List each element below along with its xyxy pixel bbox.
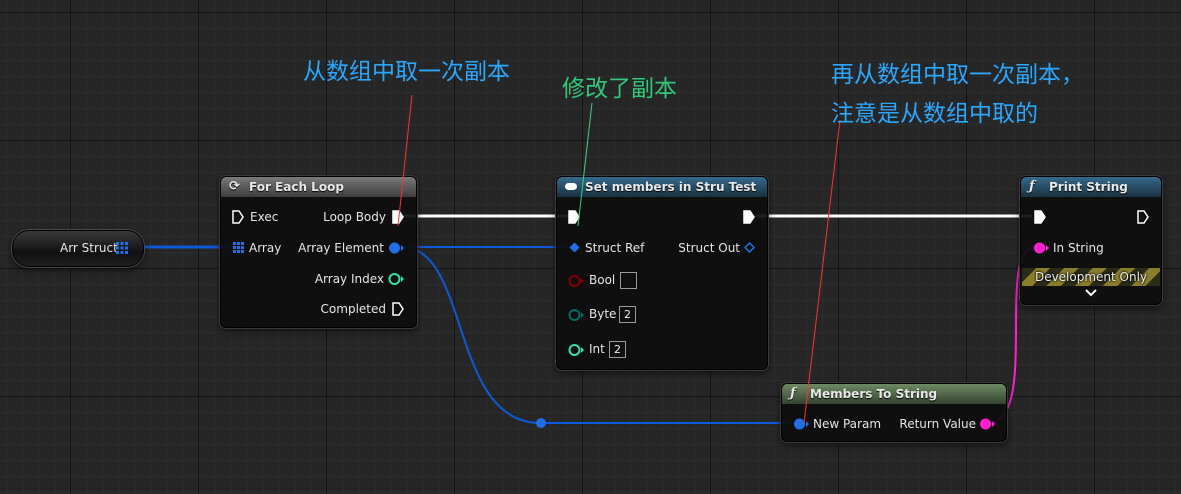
int-pin[interactable] xyxy=(568,343,584,357)
annotation-second-copy-line1: 再从数组中取一次副本， xyxy=(831,62,1084,88)
for-each-loop-node[interactable]: ⟳ For Each Loop Exec Loop Body Array Arr… xyxy=(220,176,417,328)
array-label: Array xyxy=(249,241,282,255)
exec-out-pin[interactable] xyxy=(743,210,755,224)
exec-in-pin[interactable] xyxy=(232,210,244,224)
members-to-string-node[interactable]: ƒ Members To String New Param Return Val… xyxy=(781,383,1007,442)
new-param-pin[interactable] xyxy=(793,417,809,431)
exec-out-pin[interactable] xyxy=(1137,210,1149,224)
node-header[interactable]: ƒ Members To String xyxy=(782,384,1006,404)
node-header[interactable]: Set members in Stru Test xyxy=(557,177,767,197)
node-title: Members To String xyxy=(810,387,938,401)
function-icon: ƒ xyxy=(790,386,796,401)
int-value-input[interactable]: 2 xyxy=(609,341,626,358)
struct-ref-pin[interactable] xyxy=(569,242,580,253)
exec-in-pin[interactable] xyxy=(568,210,580,224)
array-grid-icon[interactable] xyxy=(233,242,244,253)
node-title: Set members in Stru Test xyxy=(585,180,757,194)
print-string-node[interactable]: ƒ Print String In String Development Onl… xyxy=(1020,176,1162,305)
bool-label: Bool xyxy=(589,273,616,287)
new-param-label: New Param xyxy=(813,417,882,431)
node-header[interactable]: ⟳ For Each Loop xyxy=(221,177,416,197)
set-members-node[interactable]: Set members in Stru Test Struct Ref Stru… xyxy=(556,176,768,370)
node-title: For Each Loop xyxy=(249,180,344,194)
struct-pill-icon xyxy=(565,183,577,190)
in-string-pin[interactable] xyxy=(1033,241,1049,255)
annotation-modified-copy: 修改了副本 xyxy=(562,76,677,102)
in-string-label: In String xyxy=(1053,241,1104,255)
bool-pin[interactable] xyxy=(568,274,584,288)
byte-pin[interactable] xyxy=(568,308,584,322)
array-index-pin[interactable] xyxy=(388,272,404,286)
array-element-pin[interactable] xyxy=(388,241,404,255)
loop-body-label: Loop Body xyxy=(323,210,386,224)
loop-icon: ⟳ xyxy=(229,179,240,194)
array-index-label: Array Index xyxy=(314,272,384,286)
loop-body-pin[interactable] xyxy=(392,210,404,224)
bool-checkbox[interactable] xyxy=(620,272,637,289)
node-title: Print String xyxy=(1049,180,1128,194)
byte-label: Byte xyxy=(589,307,617,321)
annotation-second-copy-line2: 注意是从数组中取的 xyxy=(831,101,1038,127)
struct-ref-label: Struct Ref xyxy=(585,241,645,255)
return-value-pin[interactable] xyxy=(979,417,995,431)
annotation-first-copy: 从数组中取一次副本 xyxy=(303,59,510,85)
arr-struct-variable-node[interactable]: Arr Struct xyxy=(12,230,144,267)
exec-label: Exec xyxy=(250,210,279,224)
byte-value-input[interactable]: 2 xyxy=(619,306,636,323)
array-grid-icon[interactable] xyxy=(116,242,128,254)
struct-out-pin[interactable] xyxy=(744,242,755,253)
completed-label: Completed xyxy=(320,302,386,316)
development-only-banner: Development Only xyxy=(1022,268,1160,286)
chevron-down-icon[interactable] xyxy=(1085,289,1097,297)
struct-out-label: Struct Out xyxy=(678,241,740,255)
function-icon: ƒ xyxy=(1029,179,1035,194)
completed-pin[interactable] xyxy=(392,302,404,316)
array-element-label: Array Element xyxy=(298,241,384,255)
wire-reroute-dot[interactable] xyxy=(536,418,546,428)
exec-in-pin[interactable] xyxy=(1034,210,1046,224)
return-value-label: Return Value xyxy=(899,417,976,431)
node-header[interactable]: ƒ Print String xyxy=(1021,177,1161,197)
int-label: Int xyxy=(589,342,605,356)
variable-label: Arr Struct xyxy=(60,241,118,255)
